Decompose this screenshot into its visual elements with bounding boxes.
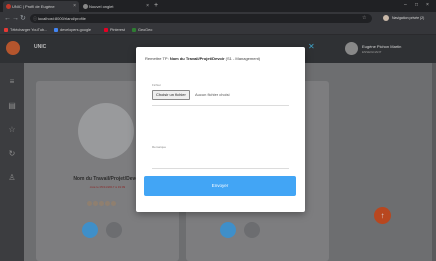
app-title: UNIC (34, 44, 47, 50)
browser-tab-active[interactable]: UNIC | Profil de Eugène × (3, 1, 79, 12)
profile-label: Navigation privée (2) (391, 16, 425, 20)
tab-title: Nouvel onglet (89, 4, 114, 9)
geogeo-icon (132, 28, 136, 32)
download-button[interactable] (106, 222, 122, 238)
assignment-image (78, 103, 134, 159)
minimize-icon[interactable]: – (404, 0, 407, 11)
bookmark-pinterest[interactable]: Pinterest (104, 25, 125, 35)
tab-favicon-icon (83, 4, 88, 9)
forward-icon[interactable]: → (12, 13, 19, 24)
url-text: localhost:8000/rland/profile (38, 16, 86, 21)
bookmark-label: Pinterest (110, 28, 125, 32)
profile-button[interactable]: Navigation privée (2) (383, 14, 424, 23)
bookmark-star-icon[interactable]: ☆ (362, 14, 366, 23)
scrollbar[interactable] (432, 63, 436, 261)
modal-title-prefix: Remettre TP: (145, 56, 169, 61)
remark-field[interactable] (152, 151, 289, 169)
submit-modal: Remettre TP: Nom du Travail/Projet/Devoi… (136, 47, 305, 212)
edit-button[interactable] (220, 222, 236, 238)
bookmark-geogeo[interactable]: GeoGeo (132, 25, 152, 35)
bookmark-label: GeoGeo (138, 28, 153, 32)
tab-title: UNIC | Profil de Eugène (12, 4, 55, 9)
choose-file-button[interactable]: Choisir un fichier (152, 90, 190, 100)
document-icon[interactable]: ▤ (7, 101, 17, 111)
tab-close-icon[interactable]: × (146, 1, 149, 12)
modal-title-name: Nom du Travail/Projet/Devoir (169, 56, 225, 61)
edit-button[interactable] (82, 222, 98, 238)
pinterest-icon (104, 28, 108, 32)
bookmark-label: Télécharger YouTub... (10, 28, 48, 32)
modal-title: Remettre TP: Nom du Travail/Projet/Devoi… (145, 56, 260, 61)
maximize-icon[interactable]: □ (415, 0, 418, 11)
file-label: Fichier (152, 83, 162, 87)
avatar (345, 42, 358, 55)
scroll-top-button[interactable]: ↑ (374, 207, 391, 224)
back-icon[interactable]: ← (4, 13, 11, 24)
new-tab-button[interactable]: + (154, 1, 158, 11)
file-status: Aucun fichier choisi (195, 92, 230, 97)
reload-icon[interactable]: ↻ (20, 13, 26, 24)
bookmark-youtube[interactable]: Télécharger YouTub... (4, 25, 47, 35)
user-role: ENSEIGNANT (362, 50, 382, 54)
file-underline (152, 105, 289, 106)
bookmark-developers[interactable]: developers.google (54, 25, 91, 35)
menu-icon[interactable]: ≡ (7, 77, 17, 87)
participant-avatars (86, 194, 126, 207)
notification-icon[interactable]: ✕ (308, 42, 315, 51)
window-close-icon[interactable]: × (426, 0, 429, 11)
address-bar-row: ← → ↻ ⓘ localhost:8000/rland/profile ☆ N… (0, 12, 436, 25)
profile-avatar (383, 15, 389, 22)
info-icon: ⓘ (33, 16, 37, 21)
tab-favicon-icon (6, 4, 11, 9)
remark-label: Remarque (152, 145, 167, 149)
send-button[interactable]: Envoyer (144, 176, 296, 196)
app-logo[interactable] (6, 41, 20, 55)
browser-tab-new[interactable]: Nouvel onglet × (80, 1, 152, 12)
refresh-icon[interactable]: ↻ (7, 149, 17, 159)
user-menu[interactable]: Eugène Pichon Martin ENSEIGNANT (345, 40, 435, 58)
tab-close-icon[interactable]: × (73, 1, 76, 12)
download-button[interactable] (244, 222, 260, 238)
user-icon[interactable]: ♙ (7, 173, 17, 183)
bookmark-label: developers.google (60, 28, 92, 32)
url-field[interactable]: ⓘ localhost:8000/rland/profile (30, 14, 372, 23)
bookmarks-bar: Télécharger YouTub... developers.google … (0, 25, 436, 35)
star-icon[interactable]: ☆ (7, 125, 17, 135)
modal-title-suffix: (S1 - Management) (225, 56, 261, 61)
youtube-icon (4, 28, 8, 32)
developers-icon (54, 28, 58, 32)
sidebar: ≡ ▤ ☆ ↻ ♙ (0, 63, 24, 261)
user-name: Eugène Pichon Martin (362, 44, 402, 49)
browser-tab-bar: UNIC | Profil de Eugène × Nouvel onglet … (0, 0, 436, 12)
